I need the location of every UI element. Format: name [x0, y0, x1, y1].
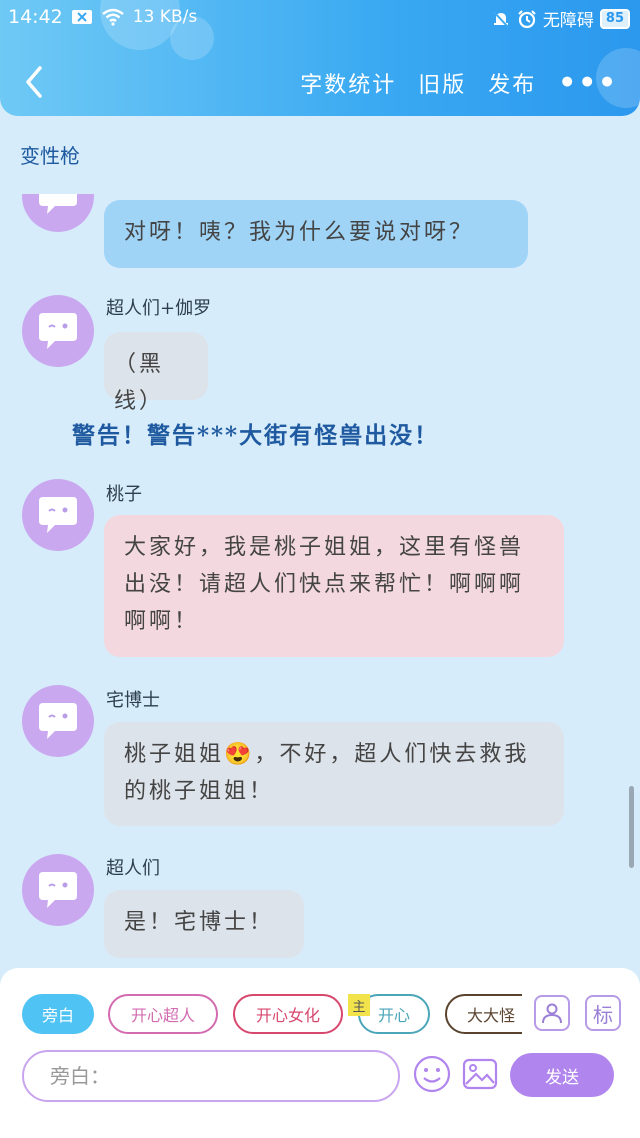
- avatar[interactable]: [22, 479, 94, 551]
- message-input[interactable]: 旁白：: [22, 1050, 400, 1102]
- back-arrow-icon: [26, 66, 42, 98]
- compose-panel: 旁白 开心超人 开心女化 开心 大大怪 主 标 旁白： 发送: [0, 968, 640, 1138]
- send-button[interactable]: 发送: [510, 1053, 614, 1097]
- chat-bubble-avatar-icon: [39, 497, 77, 533]
- narration-text: 警告！警告***大街有怪兽出没！: [72, 422, 440, 449]
- message-bubble: 大家好，我是桃子姐姐，这里有怪兽出没！请超人们快点来帮忙！啊啊啊啊啊！: [104, 515, 564, 657]
- chat-bubble-avatar-icon: [39, 313, 77, 349]
- chat-area[interactable]: 对呀！咦？我为什么要说对呀？ 超人们+伽罗 （黑线） 警告！警告***大街有怪兽…: [0, 194, 640, 968]
- message-bubble: 对呀！咦？我为什么要说对呀？: [104, 200, 528, 268]
- host-badge: 主: [348, 994, 370, 1016]
- publish-button[interactable]: 发布: [488, 67, 536, 99]
- status-time: 14:42: [8, 6, 63, 28]
- nav-bar: 字数统计 旧版 发布 •••: [0, 50, 640, 110]
- notification-icon: [71, 9, 93, 25]
- speaker-name: 宅博士: [106, 690, 160, 711]
- more-menu-button[interactable]: •••: [558, 66, 618, 99]
- character-button[interactable]: [534, 995, 570, 1031]
- wifi-icon: [101, 8, 125, 26]
- speaker-name: 超人们: [106, 858, 160, 879]
- message-bubble: 桃子姐姐😍，不好，超人们快去救我的桃子姐姐！: [104, 722, 564, 826]
- label-button[interactable]: 标: [585, 995, 621, 1031]
- app-header: 14:42 13 KB/s 无障碍 85 字数统计 旧版 发布 •••: [0, 0, 640, 116]
- chat-bubble-avatar-icon: [39, 872, 77, 908]
- avatar[interactable]: [22, 295, 94, 367]
- message-bubble: 是！宅博士！: [104, 890, 304, 958]
- status-bar: 14:42 13 KB/s 无障碍 85: [0, 0, 640, 34]
- word-count-button[interactable]: 字数统计: [300, 67, 396, 99]
- network-speed: 13 KB/s: [132, 7, 198, 27]
- avatar[interactable]: [22, 854, 94, 926]
- role-chip-narrator[interactable]: 旁白: [22, 994, 94, 1034]
- speaker-name: 超人们+伽罗: [106, 298, 212, 319]
- scrollbar-thumb[interactable]: [629, 786, 634, 868]
- image-icon: [462, 1058, 498, 1090]
- speaker-name: 桃子: [106, 484, 142, 505]
- heart-eyes-emoji-icon: 😍: [224, 742, 255, 767]
- battery-indicator: 85: [599, 8, 630, 29]
- chat-bubble-avatar-icon: [39, 703, 77, 739]
- chat-bubble-avatar-icon: [39, 194, 77, 214]
- back-button[interactable]: [18, 64, 54, 100]
- mute-bell-icon: [491, 9, 511, 29]
- message-text: 桃子姐姐: [124, 742, 225, 767]
- alarm-icon: [517, 9, 537, 29]
- old-version-button[interactable]: 旧版: [418, 67, 466, 99]
- role-chip[interactable]: 开心女化: [233, 994, 343, 1034]
- story-title[interactable]: 变性枪: [20, 140, 80, 169]
- avatar[interactable]: [22, 685, 94, 757]
- input-row: 旁白： 发送: [22, 1050, 622, 1104]
- role-chip[interactable]: 开心超人: [108, 994, 218, 1034]
- role-selector: 旁白 开心超人 开心女化 开心 大大怪: [22, 994, 522, 1036]
- message-bubble: （黑线）: [104, 332, 208, 414]
- avatar[interactable]: [22, 194, 94, 232]
- emoji-button[interactable]: [412, 1054, 452, 1094]
- image-button[interactable]: [460, 1054, 500, 1094]
- person-icon: [542, 1003, 562, 1024]
- smile-icon: [413, 1055, 451, 1093]
- role-chip[interactable]: 大大怪: [445, 994, 522, 1034]
- accessibility-label: 无障碍: [542, 11, 594, 31]
